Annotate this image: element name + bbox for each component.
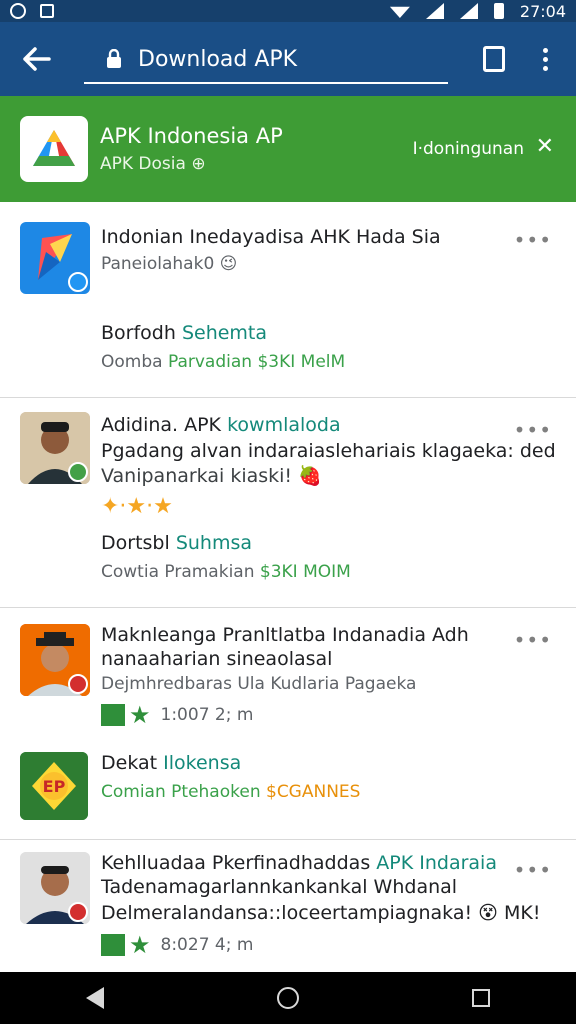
status-bar: 27:04	[0, 0, 576, 22]
item-description-2: Delmeralandansa::loceertampiagnaka! 😵 MK…	[101, 902, 541, 924]
nav-recents-icon[interactable]	[471, 989, 490, 1007]
list-item[interactable]: Adidina. APK kowmlaloda Pgadang alvan in…	[0, 398, 576, 608]
list-item[interactable]: Maknleanga Pranltlatba Indanadia Adh nan…	[0, 608, 576, 840]
star-icon: ★	[129, 701, 151, 729]
triangle-logo-icon	[33, 130, 75, 166]
item-description-2: Vanipanarkai kiaski! 🍓	[101, 464, 322, 487]
nav-back-icon[interactable]	[86, 987, 105, 1009]
item-footer-prefix: Comian Ptehaoken	[101, 782, 261, 802]
banner-badge-icon: ⊕	[191, 154, 206, 174]
arrow-left-icon	[23, 47, 51, 71]
app-logo	[20, 116, 88, 182]
rating-block-icon	[101, 934, 125, 956]
more-options-icon[interactable]: •••	[514, 628, 552, 652]
item-subtitle-text: Paneiolahak0	[101, 254, 215, 274]
promo-banner[interactable]: APK Indonesia AP APK Dosia ⊕ I·doninguna…	[0, 96, 576, 202]
badge-icon	[68, 902, 88, 922]
more-options-icon[interactable]: •••	[514, 858, 552, 882]
item-title-accent[interactable]: kowmlaloda	[227, 414, 341, 436]
item-footer-prefix: Oomba	[101, 352, 163, 372]
item-footer-accent: Parvadian $3KI MelM	[167, 352, 346, 372]
notification-icon	[10, 3, 26, 19]
online-badge-icon	[68, 462, 88, 482]
item-meta-label: Borfodh	[101, 322, 176, 344]
tabs-button[interactable]	[483, 46, 505, 72]
item-title: Maknleanga Pranltlatba Indanadia Adh	[101, 624, 469, 646]
close-icon[interactable]: ✕	[536, 134, 554, 159]
nav-home-icon[interactable]	[276, 987, 299, 1009]
wink-emoji-icon: 😉	[219, 254, 238, 274]
star-rating: ✦·★·★	[101, 494, 173, 519]
banner-subtitle-text: APK Dosia	[100, 154, 186, 174]
list-item[interactable]: Indonian Inedayadisa AHK Hada Sia Paneio…	[0, 202, 576, 398]
item-title-prefix: Adidina. APK	[101, 414, 222, 436]
app-toolbar: Download APK	[0, 22, 576, 96]
star-icon: ★	[129, 931, 151, 959]
app-thumbnail: EP	[20, 752, 88, 820]
item-description-2: Dejmhredbaras Ula Kudlaria Pagaeka	[101, 674, 417, 694]
item-title: Adidina. APK kowmlaloda	[101, 414, 341, 436]
page-title: Download APK	[138, 46, 298, 72]
rating-text: 1:007 2; m	[160, 705, 254, 725]
item-title: Indonian Inedayadisa AHK Hada Sia	[101, 226, 441, 248]
item-meta-accent[interactable]: Suhmsa	[176, 532, 252, 554]
item-title: Kehlluadaa Pkerfinadhaddas APK Indaraia	[101, 852, 497, 874]
dizzy-emoji-icon: 😵	[478, 902, 498, 924]
rating-text: 8:027 4; m	[160, 935, 254, 955]
lock-icon	[107, 49, 121, 68]
item-description-text: Vanipanarkai kiaski!	[101, 465, 293, 487]
item-description: nanaaharian sineaolasal	[101, 648, 333, 670]
item-meta-accent[interactable]: Sehemta	[182, 322, 267, 344]
banner-title: APK Indonesia AP	[100, 124, 283, 148]
verified-badge-icon	[68, 272, 88, 292]
item-meta: Borfodh Sehemta	[101, 322, 267, 344]
item-meta: Dekat Ilokensa	[101, 752, 241, 774]
item-rating: ★ 8:027 4; m	[101, 931, 254, 959]
more-options-icon[interactable]: •••	[514, 228, 552, 252]
user-avatar	[20, 852, 90, 924]
status-time: 27:04	[519, 1, 566, 21]
user-avatar	[20, 624, 90, 696]
item-footer-prefix: Cowtia Pramakian	[101, 562, 255, 582]
item-subtitle: Paneiolahak0 😉	[101, 254, 237, 274]
strawberry-emoji-icon: 🍓	[298, 465, 322, 487]
more-options-icon[interactable]: •••	[514, 418, 552, 442]
item-footer: Cowtia Pramakian $3KI MOIM	[101, 562, 351, 582]
user-avatar	[20, 412, 90, 484]
app-thumbnail	[20, 222, 90, 294]
item-footer-accent: $3KI MOIM	[259, 562, 351, 582]
badge-logo-icon: EP	[20, 752, 88, 820]
item-meta-label: Dortsbl	[101, 532, 170, 554]
battery-icon	[493, 3, 504, 19]
item-description-suffix: MK!	[504, 902, 541, 924]
item-meta: Dortsbl Suhmsa	[101, 532, 252, 554]
banner-action-button[interactable]: I·doningunan	[413, 139, 524, 159]
back-button[interactable]	[0, 22, 74, 96]
wifi-icon	[389, 6, 410, 18]
item-meta-label: Dekat	[101, 752, 158, 774]
item-meta-accent[interactable]: Ilokensa	[163, 752, 241, 774]
app-notification-icon	[40, 4, 54, 18]
item-footer: Oomba Parvadian $3KI MelM	[101, 352, 345, 372]
item-title-prefix: Kehlluadaa Pkerfinadhaddas	[101, 852, 371, 874]
signal-icon	[425, 3, 444, 19]
list-item[interactable]: Kehlluadaa Pkerfinadhaddas APK Indaraia …	[0, 840, 576, 972]
item-footer: Comian Ptehaoken $CGANNES	[101, 782, 360, 802]
logo-text: EP	[43, 777, 66, 796]
banner-subtitle: APK Dosia ⊕	[100, 154, 206, 174]
item-description-text: Delmeralandansa::loceertampiagnaka!	[101, 902, 473, 924]
item-title-accent[interactable]: APK Indaraia	[376, 852, 497, 874]
rating-block-icon	[101, 704, 125, 726]
menu-button[interactable]	[543, 47, 548, 71]
signal-icon-2	[459, 3, 478, 19]
item-description: Pgadang alvan indaraiaslehariais klagaek…	[101, 440, 556, 462]
badge-icon	[68, 674, 88, 694]
item-description: Tadenamagarlannkankankal Whdanal	[101, 876, 458, 898]
address-bar[interactable]: Download APK	[84, 36, 448, 84]
item-rating: ★ 1:007 2; m	[101, 701, 254, 729]
system-nav-bar	[0, 972, 576, 1024]
item-footer-accent: $CGANNES	[266, 782, 361, 802]
